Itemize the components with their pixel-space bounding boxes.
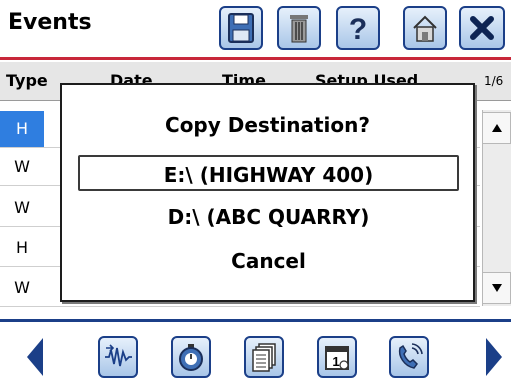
triangle-up-icon: [491, 124, 502, 132]
row-type: W: [14, 157, 30, 176]
home-icon: [413, 15, 437, 42]
cancel-button[interactable]: Cancel: [78, 243, 459, 279]
option-drive-e-highway-400[interactable]: E:\ (HIGHWAY 400): [78, 155, 459, 191]
waveform-icon: [105, 344, 132, 367]
help-button[interactable]: ?: [336, 6, 380, 50]
delete-button[interactable]: [277, 6, 321, 50]
row-type: W: [14, 278, 30, 297]
calendar-icon: 1: [325, 346, 349, 370]
stopwatch-icon: [179, 344, 203, 371]
svg-text:1: 1: [332, 354, 339, 369]
phone-icon: [398, 343, 423, 369]
documents-icon: [252, 343, 276, 372]
calendar-button[interactable]: 1: [317, 336, 357, 378]
home-button[interactable]: [403, 6, 447, 50]
scroll-down-button[interactable]: [482, 272, 511, 304]
documents-button[interactable]: [244, 336, 284, 378]
row-type: H: [15, 238, 29, 257]
footer-bar: 1: [0, 319, 511, 392]
header-bar: Events ?: [0, 0, 511, 60]
close-button[interactable]: [459, 6, 505, 50]
next-arrow-icon[interactable]: [484, 338, 504, 376]
save-icon: [228, 13, 254, 43]
dialog-title: Copy Destination?: [165, 113, 370, 137]
close-icon: [470, 16, 494, 40]
trash-icon: [290, 15, 308, 43]
phone-button[interactable]: [389, 336, 429, 378]
row-type: H: [0, 111, 44, 147]
save-button[interactable]: [219, 6, 263, 50]
previous-arrow-icon[interactable]: [25, 338, 45, 376]
column-type[interactable]: Type: [6, 71, 48, 90]
help-icon: ?: [349, 13, 367, 44]
waveform-button[interactable]: [98, 336, 138, 378]
option-drive-d-abc-quarry[interactable]: D:\ (ABC QUARRY): [78, 199, 459, 235]
svg-text:?: ?: [349, 13, 367, 44]
page-title: Events: [8, 10, 92, 35]
header-rule: [0, 57, 511, 60]
page-indicator: 1/6: [484, 74, 504, 88]
scroll-up-button[interactable]: [482, 112, 511, 144]
triangle-down-icon: [491, 284, 502, 292]
copy-destination-dialog: Copy Destination? E:\ (HIGHWAY 400) D:\ …: [60, 83, 475, 302]
stopwatch-button[interactable]: [171, 336, 211, 378]
row-type: W: [14, 198, 30, 217]
